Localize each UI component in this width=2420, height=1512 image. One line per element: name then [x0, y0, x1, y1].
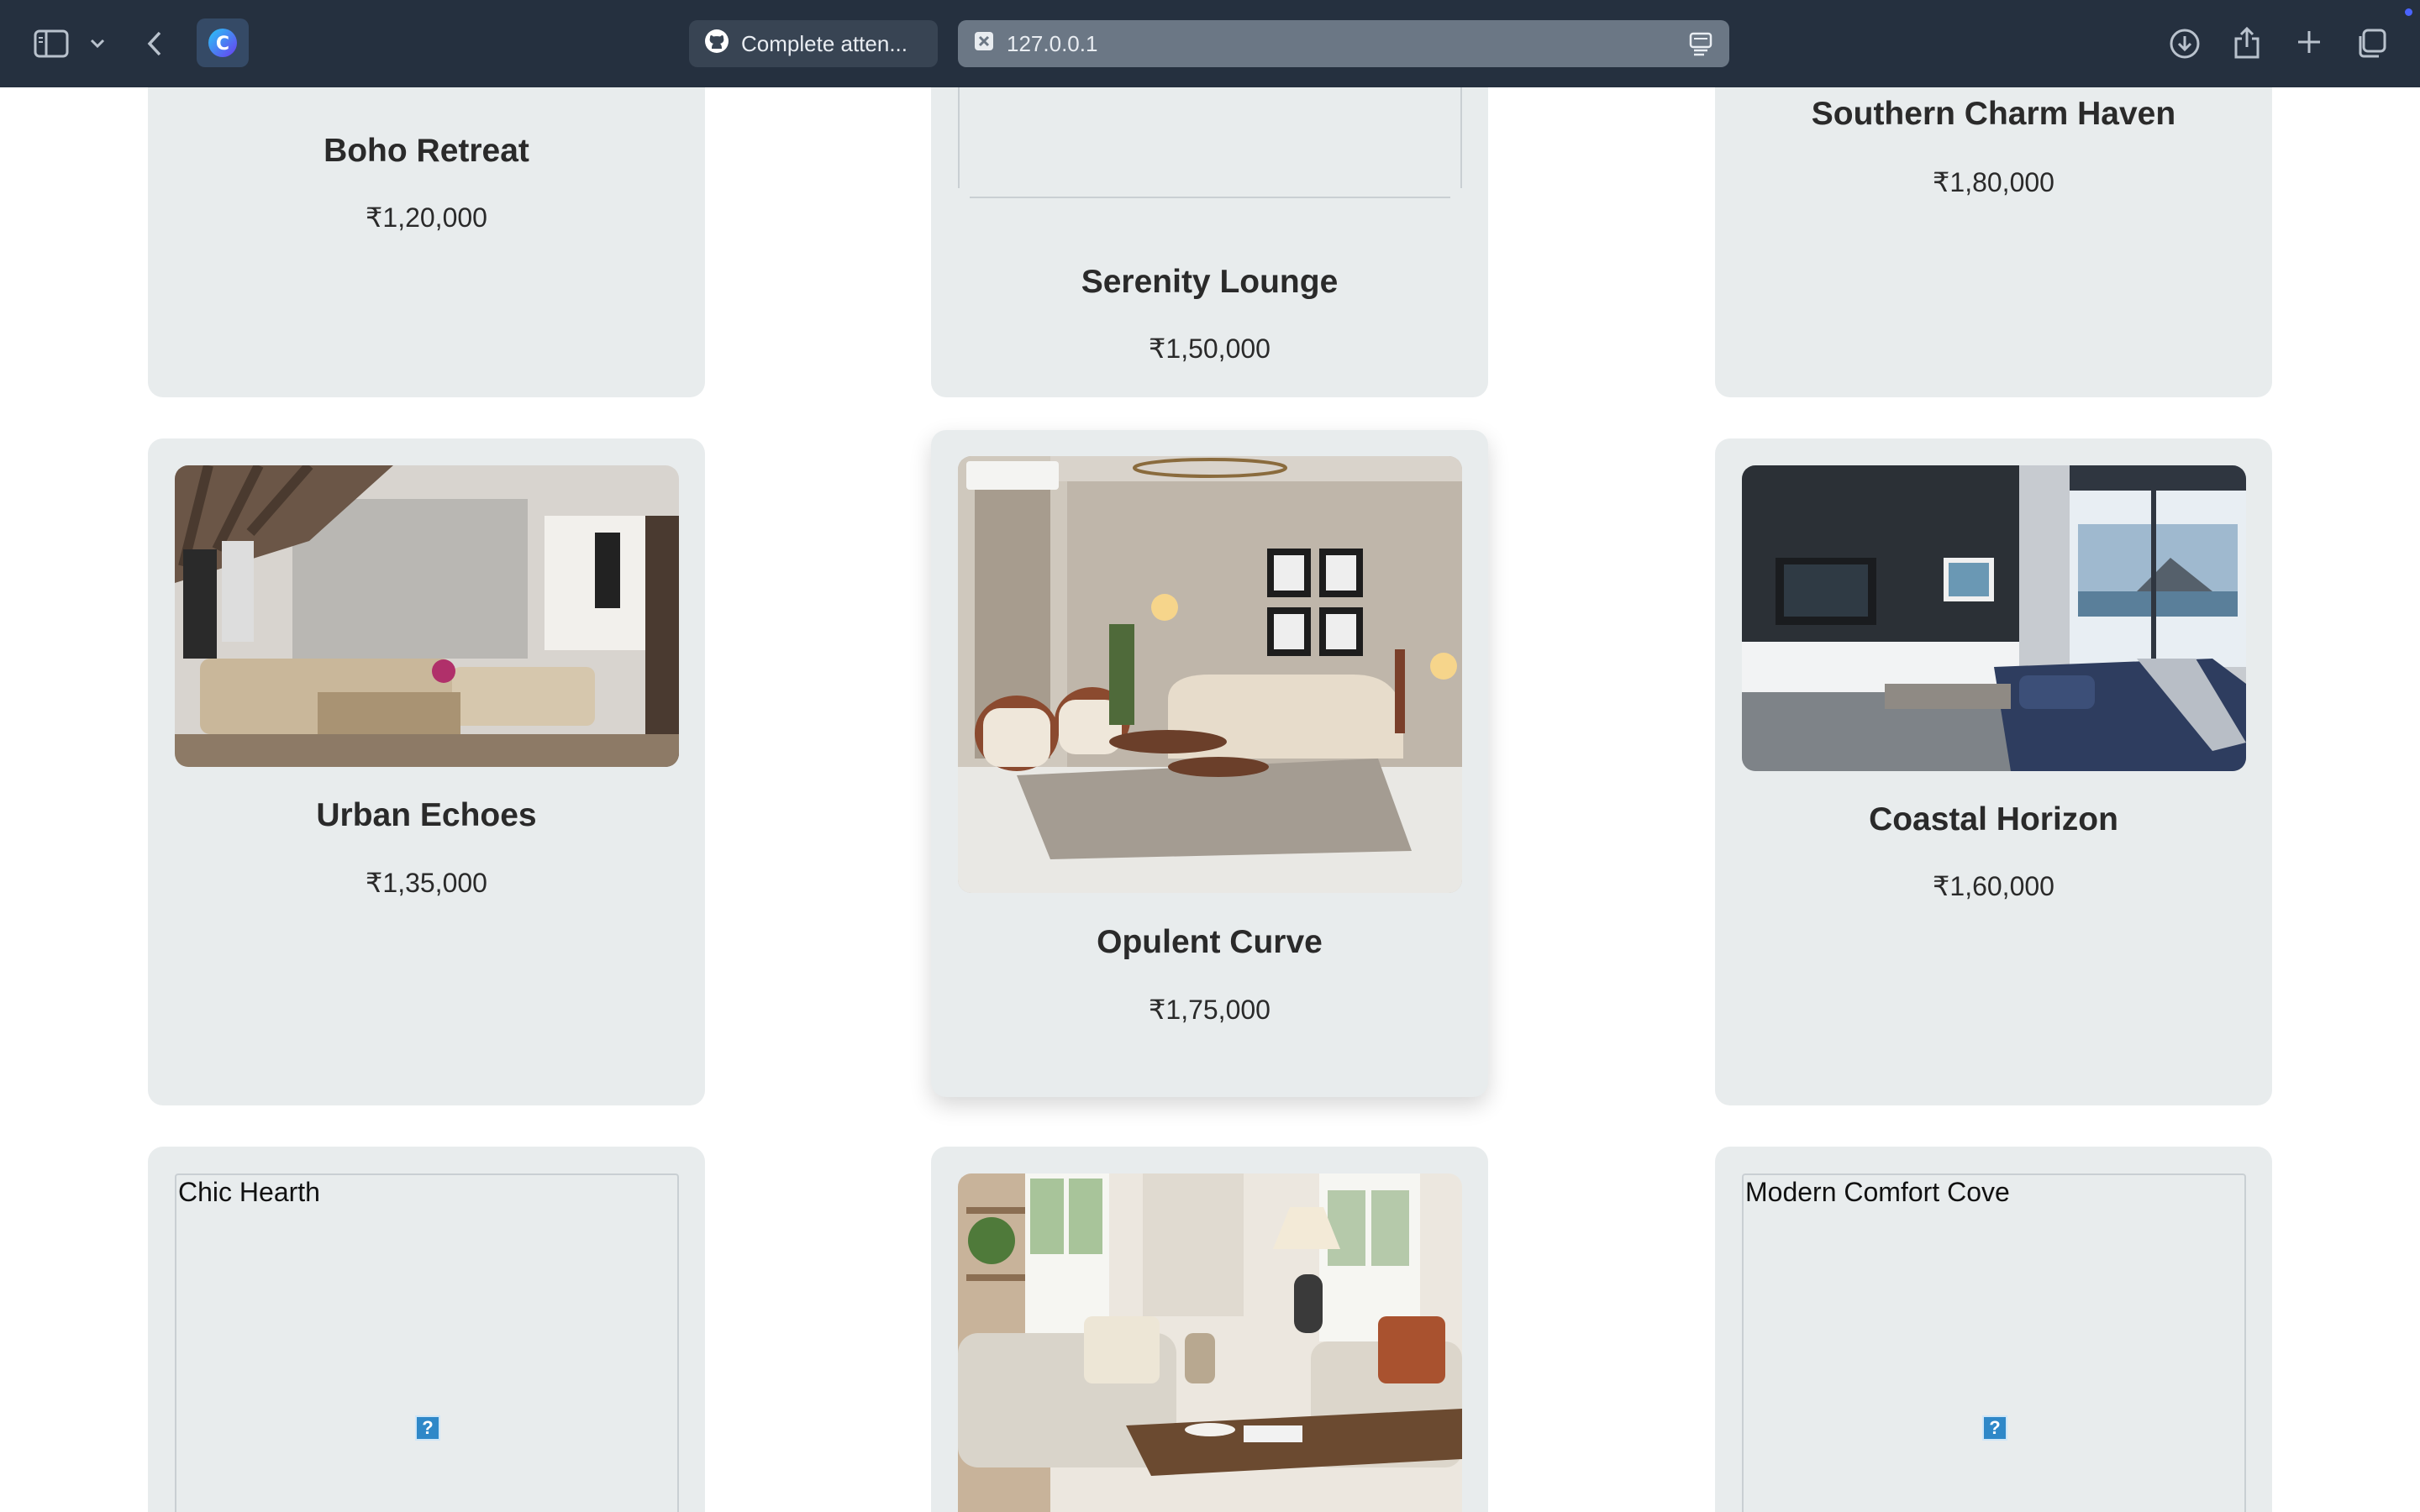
extension-icon[interactable]: C [197, 18, 249, 67]
card-price: ₹1,60,000 [1933, 871, 2054, 901]
tab-overview-icon[interactable] [2353, 25, 2390, 62]
product-image [1742, 465, 2246, 771]
product-card[interactable] [931, 1147, 1488, 1512]
product-card[interactable]: Coastal Horizon ₹1,60,000 [1715, 438, 2272, 1105]
broken-image-frame [958, 87, 1462, 188]
new-tab-icon[interactable] [2292, 25, 2326, 59]
share-icon[interactable] [2228, 24, 2265, 62]
broken-image-icon: ? [1982, 1415, 2007, 1441]
reader-view-icon[interactable] [1689, 32, 1712, 63]
image-alt-text: Chic Hearth [178, 1177, 320, 1207]
chevron-down-icon[interactable] [87, 34, 108, 54]
gallery-viewport: Boho Retreat ₹1,20,000 Serenity Lounge ₹… [0, 87, 2420, 1512]
card-title: Southern Charm Haven [1811, 96, 2176, 132]
address-bar[interactable]: 127.0.0.1 [958, 20, 1729, 67]
product-card[interactable]: Modern Comfort Cove ? [1715, 1147, 2272, 1512]
product-image [958, 1173, 1462, 1512]
product-image [175, 465, 679, 767]
back-icon[interactable] [141, 27, 168, 60]
close-tab-icon[interactable] [973, 30, 995, 58]
divider [970, 197, 1450, 198]
card-title: Urban Echoes [316, 797, 537, 833]
card-title: Serenity Lounge [1081, 264, 1339, 300]
product-card[interactable]: Serenity Lounge ₹1,50,000 [931, 87, 1488, 397]
github-icon [704, 29, 729, 60]
sidebar-toggle-icon[interactable] [32, 27, 71, 60]
product-image [958, 456, 1462, 893]
card-price: ₹1,50,000 [1149, 333, 1270, 364]
browser-toolbar: C Complete atten... 127.0.0.1 [0, 0, 2420, 87]
download-icon[interactable] [2166, 25, 2203, 62]
card-price: ₹1,80,000 [1933, 167, 2054, 197]
status-dot [2405, 8, 2412, 16]
product-card[interactable]: Southern Charm Haven ₹1,80,000 [1715, 87, 2272, 397]
broken-image: Modern Comfort Cove ? [1742, 1173, 2246, 1512]
card-title: Opulent Curve [1097, 924, 1323, 960]
card-price: ₹1,75,000 [1149, 995, 1270, 1025]
product-card[interactable]: Chic Hearth ? [148, 1147, 705, 1512]
card-title: Coastal Horizon [1869, 801, 2118, 837]
card-title: Boho Retreat [324, 133, 529, 169]
tab-github[interactable]: Complete atten... [689, 20, 938, 67]
url-text: 127.0.0.1 [1007, 30, 1098, 56]
card-price: ₹1,20,000 [366, 202, 487, 233]
svg-text:C: C [216, 34, 229, 55]
product-card-hovered[interactable]: Opulent Curve ₹1,75,000 [931, 430, 1488, 1097]
product-card[interactable]: Urban Echoes ₹1,35,000 [148, 438, 705, 1105]
product-card[interactable]: Boho Retreat ₹1,20,000 [148, 87, 705, 397]
broken-image: Chic Hearth ? [175, 1173, 679, 1512]
tab-label: Complete atten... [741, 30, 908, 56]
card-price: ₹1,35,000 [366, 868, 487, 898]
image-alt-text: Modern Comfort Cove [1745, 1177, 2010, 1207]
broken-image-icon: ? [415, 1415, 440, 1441]
